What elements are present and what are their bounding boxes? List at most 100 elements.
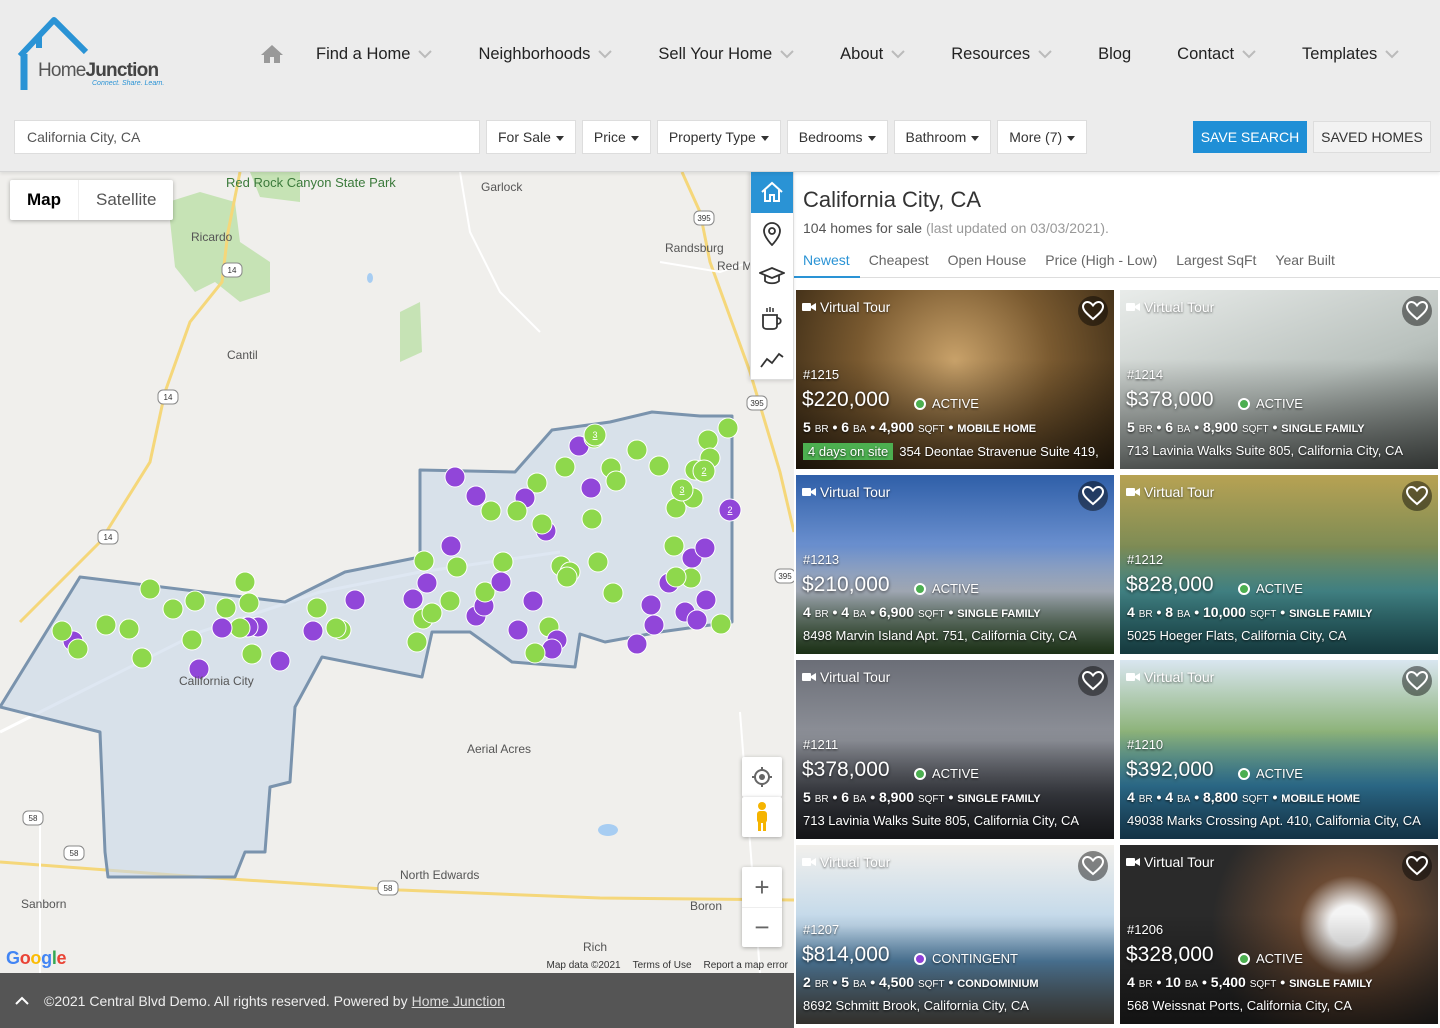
listing-marker[interactable]	[524, 642, 546, 664]
listing-marker[interactable]	[522, 590, 544, 612]
nav-item-neighborhoods[interactable]: Neighborhoods	[478, 45, 613, 64]
save-search-button[interactable]: SAVE SEARCH	[1193, 121, 1307, 153]
virtual-tour-badge[interactable]: Virtual Tour	[1126, 854, 1214, 870]
listing-card[interactable]: Virtual Tour #1211 $378,000 ACTIVE 5 BR • 6 …	[796, 660, 1114, 839]
listing-marker[interactable]	[406, 631, 428, 653]
coffee-cup-icon[interactable]	[751, 297, 793, 339]
listing-marker[interactable]	[626, 439, 648, 461]
listing-marker[interactable]	[444, 466, 466, 488]
favorite-heart-button[interactable]	[1078, 481, 1108, 511]
listing-marker[interactable]	[234, 571, 256, 593]
listing-marker[interactable]	[413, 550, 435, 572]
scroll-up-icon[interactable]	[0, 993, 44, 1009]
listing-marker[interactable]	[51, 620, 73, 642]
listing-marker[interactable]	[162, 598, 184, 620]
favorite-heart-button[interactable]	[1078, 296, 1108, 326]
virtual-tour-badge[interactable]: Virtual Tour	[1126, 484, 1214, 500]
listing-marker[interactable]	[181, 629, 203, 651]
virtual-tour-badge[interactable]: Virtual Tour	[1126, 299, 1214, 315]
marker-cluster[interactable]: 3	[583, 423, 607, 447]
listing-marker[interactable]	[229, 617, 251, 639]
map-type-map-button[interactable]: Map	[10, 180, 78, 220]
listing-marker[interactable]	[95, 614, 117, 636]
listing-marker[interactable]	[695, 589, 717, 611]
virtual-tour-badge[interactable]: Virtual Tour	[1126, 669, 1214, 685]
filter-bathroom-dropdown[interactable]: Bathroom	[893, 120, 992, 154]
sort-tab-cheapest[interactable]: Cheapest	[860, 252, 939, 278]
listing-marker[interactable]	[643, 614, 665, 636]
listing-marker[interactable]	[492, 551, 514, 573]
nav-item-find-a-home[interactable]: Find a Home	[316, 45, 433, 64]
home-junction-link[interactable]: Home Junction	[412, 993, 505, 1009]
sort-tab-year-built[interactable]: Year Built	[1266, 252, 1344, 278]
nav-item-sell-your-home[interactable]: Sell Your Home	[658, 45, 794, 64]
listing-marker[interactable]	[465, 485, 487, 507]
listing-marker[interactable]	[439, 590, 461, 612]
listing-marker[interactable]	[640, 594, 662, 616]
listing-marker[interactable]	[587, 551, 609, 573]
schools-cap-icon[interactable]	[751, 255, 793, 297]
home-junction-logo[interactable]: HomeJunction Connect. Share. Learn.	[14, 16, 174, 92]
listing-marker[interactable]	[306, 597, 328, 619]
zoom-out-button[interactable]: −	[742, 907, 782, 947]
favorite-heart-button[interactable]	[1402, 666, 1432, 696]
saved-homes-button[interactable]: SAVED HOMES	[1313, 121, 1431, 153]
listing-marker[interactable]	[325, 617, 347, 639]
listing-marker[interactable]	[241, 643, 263, 665]
nav-item-contact[interactable]: Contact	[1177, 45, 1256, 64]
listing-marker[interactable]	[663, 535, 685, 557]
listing-marker[interactable]	[238, 592, 260, 614]
map-type-satellite-button[interactable]: Satellite	[78, 180, 173, 220]
listing-marker[interactable]	[605, 470, 627, 492]
listing-marker[interactable]	[507, 619, 529, 641]
filter-property-type-dropdown[interactable]: Property Type	[656, 120, 781, 154]
sort-tab-open-house[interactable]: Open House	[939, 252, 1037, 278]
listing-marker[interactable]	[446, 556, 468, 578]
listing-card[interactable]: Virtual Tour #1210 $392,000 ACTIVE 4 BR • 4 …	[1120, 660, 1438, 839]
listing-marker[interactable]	[480, 500, 502, 522]
listing-marker[interactable]	[556, 566, 578, 588]
listing-marker[interactable]	[697, 429, 719, 451]
nav-item-resources[interactable]: Resources	[951, 45, 1052, 64]
sort-tab-largest-sqft[interactable]: Largest SqFt	[1167, 252, 1266, 278]
marker-cluster[interactable]: 3	[670, 478, 694, 502]
listing-marker[interactable]	[717, 417, 739, 439]
listing-marker[interactable]	[131, 647, 153, 669]
listing-marker[interactable]	[648, 455, 670, 477]
filter-price-dropdown[interactable]: Price	[581, 120, 651, 154]
marker-cluster[interactable]: 2	[718, 498, 742, 522]
nav-item-about[interactable]: About	[840, 45, 905, 64]
listing-marker[interactable]	[118, 618, 140, 640]
listing-marker[interactable]	[602, 582, 624, 604]
listing-card[interactable]: Virtual Tour #1214 $378,000 ACTIVE 5 BR • 6 …	[1120, 290, 1438, 469]
street-view-pegman[interactable]	[742, 797, 782, 837]
listing-marker[interactable]	[344, 589, 366, 611]
listing-marker[interactable]	[554, 456, 576, 478]
listing-card[interactable]: Virtual Tour #1215 $220,000 ACTIVE 5 BR • 6 …	[796, 290, 1114, 469]
listing-marker[interactable]	[215, 597, 237, 619]
listing-marker[interactable]	[531, 513, 553, 535]
listing-marker[interactable]	[402, 588, 424, 610]
listing-card[interactable]: Virtual Tour #1206 $328,000 ACTIVE 4 BR • 10…	[1120, 845, 1438, 1024]
listing-card[interactable]: Virtual Tour #1207 $814,000 CONTINGENT 2 BR …	[796, 845, 1114, 1024]
listing-marker[interactable]	[694, 537, 716, 559]
favorite-heart-button[interactable]	[1402, 481, 1432, 511]
nav-item-blog[interactable]: Blog	[1098, 45, 1131, 64]
location-search-input[interactable]	[14, 120, 480, 154]
listing-marker[interactable]	[506, 500, 528, 522]
listing-marker[interactable]	[626, 633, 648, 655]
listing-marker[interactable]	[184, 590, 206, 612]
marker-cluster[interactable]: 2	[692, 459, 716, 483]
listing-marker[interactable]	[211, 617, 233, 639]
listing-marker[interactable]	[665, 566, 687, 588]
favorite-heart-button[interactable]	[1402, 296, 1432, 326]
listing-marker[interactable]	[302, 620, 324, 642]
location-pin-icon[interactable]	[751, 213, 793, 255]
listing-marker[interactable]	[269, 650, 291, 672]
virtual-tour-badge[interactable]: Virtual Tour	[802, 669, 890, 685]
nav-item-templates[interactable]: Templates	[1302, 45, 1399, 64]
terms-of-use-link[interactable]: Terms of Use	[633, 960, 692, 971]
sort-tab-newest[interactable]: Newest	[794, 252, 860, 278]
listing-marker[interactable]	[710, 613, 732, 635]
home-icon[interactable]	[260, 43, 286, 65]
